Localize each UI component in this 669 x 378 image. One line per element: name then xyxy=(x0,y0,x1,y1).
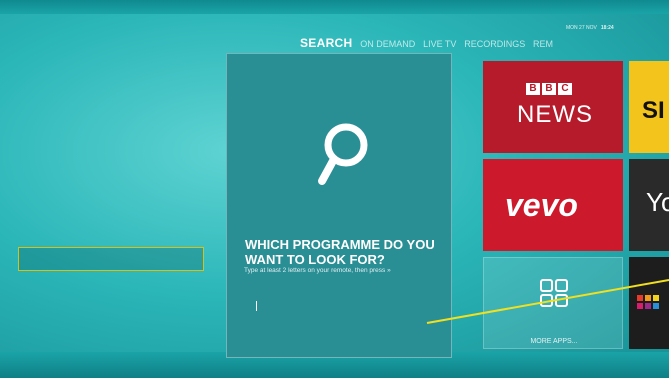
date-time: MON 27 NOV 18:24 xyxy=(566,25,614,31)
app-tile-more-apps[interactable]: MORE APPS... xyxy=(483,257,623,349)
bbc-letter: B xyxy=(542,83,556,95)
grid-icon xyxy=(540,279,568,307)
magnifier-icon xyxy=(318,123,368,185)
search-hint: Type at least 2 letters on your remote, … xyxy=(244,267,391,274)
bbc-letter: C xyxy=(558,83,572,95)
search-input[interactable] xyxy=(18,247,204,271)
tab-on-demand[interactable]: ON DEMAND xyxy=(360,39,415,49)
main-nav: SEARCH ON DEMAND LIVE TV RECORDINGS REM xyxy=(300,36,558,50)
more-apps-label: MORE APPS... xyxy=(530,338,578,345)
search-panel[interactable]: WHICH PROGRAMME DO YOU WANT TO LOOK FOR? xyxy=(226,53,452,358)
app-logo-dots xyxy=(637,295,659,309)
tab-live-tv[interactable]: LIVE TV xyxy=(423,39,456,49)
app-tile-bbc-news[interactable]: B B C NEWS xyxy=(483,61,623,153)
top-frame xyxy=(0,0,669,14)
app-tile-sky[interactable]: SI xyxy=(629,61,669,153)
sky-label: SI xyxy=(642,97,665,124)
tab-recordings[interactable]: RECORDINGS xyxy=(464,39,525,49)
vevo-label: vevo xyxy=(505,187,578,223)
bbc-logo: B B C xyxy=(526,83,572,95)
tab-search[interactable]: SEARCH xyxy=(300,36,352,50)
search-question: WHICH PROGRAMME DO YOU WANT TO LOOK FOR? xyxy=(245,237,435,267)
youtube-label: Yo xyxy=(646,187,669,217)
time-text: 18:24 xyxy=(600,25,614,31)
text-cursor xyxy=(256,301,257,311)
app-tile-partial[interactable] xyxy=(629,257,669,349)
bbc-letter: B xyxy=(526,83,540,95)
app-tile-youtube[interactable]: Yo xyxy=(629,159,669,251)
bbc-news-label: NEWS xyxy=(517,101,593,128)
date-text: MON 27 NOV xyxy=(566,25,597,31)
app-tile-vevo[interactable]: vevo xyxy=(483,159,623,251)
tab-rem[interactable]: REM xyxy=(533,39,553,49)
